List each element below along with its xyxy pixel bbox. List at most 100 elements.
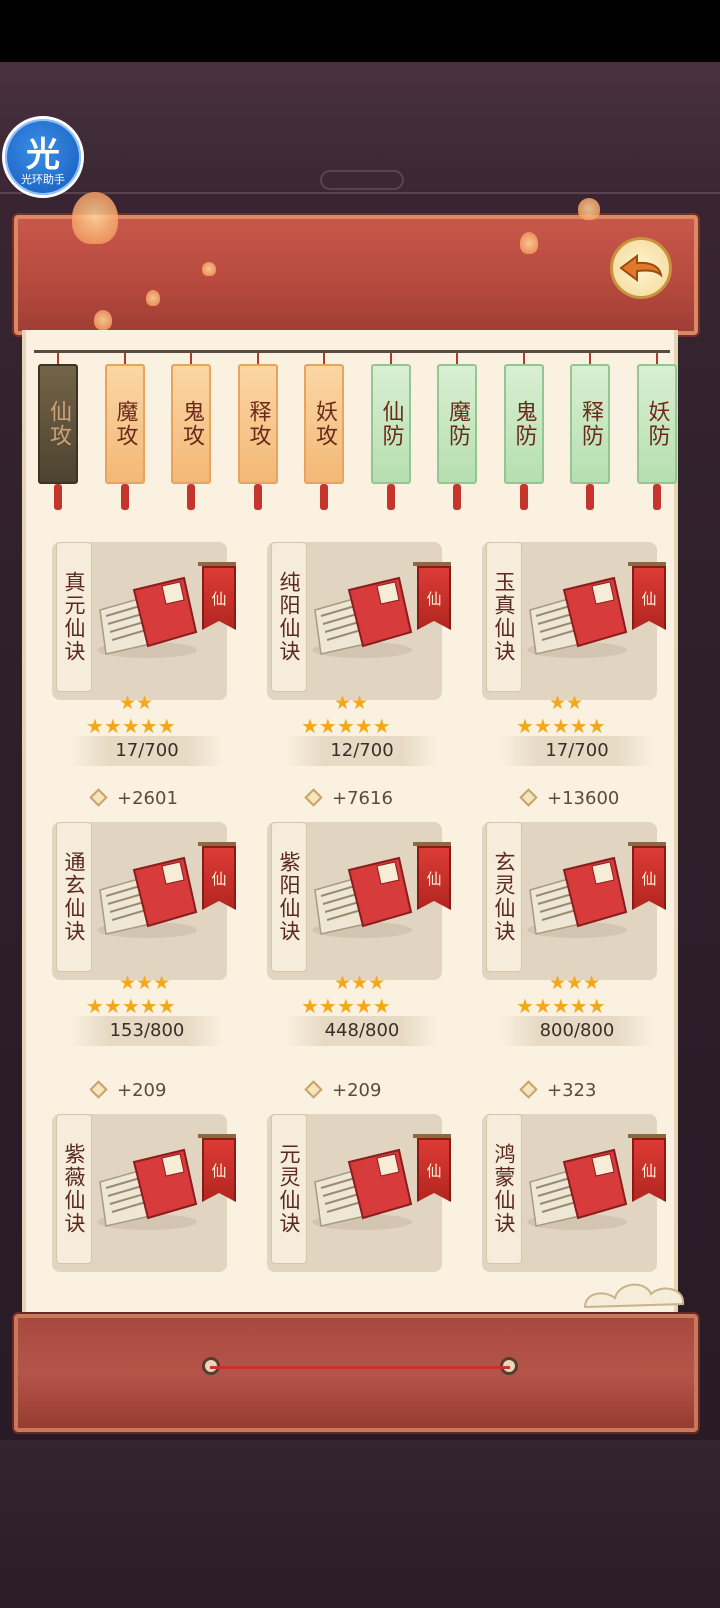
banner-pole bbox=[413, 842, 451, 846]
bonus-text: +2601 bbox=[117, 788, 178, 809]
lantern-icon bbox=[578, 198, 600, 220]
bonus-text: +323 bbox=[547, 1080, 597, 1101]
type-banner: 仙 bbox=[202, 846, 236, 910]
gem-icon bbox=[519, 1080, 538, 1099]
banner-pole bbox=[628, 842, 666, 846]
tab-defense-9[interactable]: 妖防 bbox=[636, 364, 677, 484]
bonus-text: +209 bbox=[332, 1080, 382, 1101]
assistant-label: 光环助手 bbox=[21, 173, 65, 186]
tab-rail bbox=[34, 350, 670, 353]
skill-card[interactable]: +2601 仙通玄仙诀 ★★★ ★★★★★ 153/800 bbox=[52, 788, 252, 1062]
book-icon bbox=[92, 850, 202, 944]
book-icon bbox=[307, 1142, 417, 1236]
type-banner: 仙 bbox=[202, 1138, 236, 1202]
tab-attack-3[interactable]: 释攻 bbox=[237, 364, 278, 484]
tassel-icon bbox=[54, 484, 62, 510]
skill-card[interactable]: 仙玉真仙诀 ★★ ★★★★★ 17/700 bbox=[482, 542, 682, 782]
skill-name: 真元仙诀 bbox=[56, 542, 92, 692]
banner-pole bbox=[628, 1134, 666, 1138]
skill-name: 玄灵仙诀 bbox=[486, 822, 522, 972]
tab-attack-1[interactable]: 魔攻 bbox=[104, 364, 145, 484]
skill-name: 纯阳仙诀 bbox=[271, 542, 307, 692]
scroll-bottom-rod bbox=[12, 1312, 700, 1434]
assistant-float-button[interactable]: 光 光环助手 bbox=[2, 116, 84, 198]
level-stars: ★★★★★ bbox=[516, 994, 606, 1018]
tassel-icon bbox=[453, 484, 461, 510]
type-banner: 仙 bbox=[202, 566, 236, 630]
skill-card[interactable]: 仙纯阳仙诀 ★★ ★★★★★ 12/700 bbox=[267, 542, 467, 782]
progress-count: 448/800 bbox=[285, 1016, 439, 1046]
skill-card[interactable]: +209 仙 紫薇仙诀 bbox=[52, 1080, 252, 1280]
skill-card[interactable]: +323 仙 鸿蒙仙诀 bbox=[482, 1080, 682, 1280]
banner-pole bbox=[198, 842, 236, 846]
bonus-value: +323 bbox=[519, 1080, 597, 1101]
red-rope bbox=[210, 1366, 510, 1369]
banner-pole bbox=[413, 562, 451, 566]
card-clip: 仙玄灵仙诀 ★★★ ★★★★★ 800/800 bbox=[482, 822, 682, 1062]
lantern-icon bbox=[520, 232, 538, 254]
card-clip: 仙 鸿蒙仙诀 bbox=[482, 1114, 682, 1280]
skill-name: 紫阳仙诀 bbox=[271, 822, 307, 972]
bonus-text: +13600 bbox=[547, 788, 620, 809]
gem-icon bbox=[89, 788, 108, 807]
tab-attack-2[interactable]: 鬼攻 bbox=[171, 364, 211, 484]
tab-attack-0[interactable]: 仙攻 bbox=[38, 364, 78, 484]
card-clip: 仙紫阳仙诀 ★★★ ★★★★★ 448/800 bbox=[267, 822, 467, 1062]
type-banner: 仙 bbox=[417, 846, 451, 910]
bonus-text: +209 bbox=[117, 1080, 167, 1101]
rank-stars: ★★ bbox=[549, 692, 584, 714]
tassel-icon bbox=[120, 484, 129, 510]
tassel-icon bbox=[253, 484, 262, 510]
back-button[interactable] bbox=[610, 237, 672, 299]
card-clip: 仙通玄仙诀 ★★★ ★★★★★ 153/800 bbox=[52, 822, 252, 1062]
bottom-band bbox=[0, 1440, 720, 1608]
card-clip: 仙 紫薇仙诀 bbox=[52, 1114, 252, 1280]
book-icon bbox=[307, 570, 417, 664]
book-icon bbox=[522, 570, 632, 664]
banner-pole bbox=[413, 1134, 451, 1138]
lantern-icon bbox=[202, 262, 216, 276]
progress-count: 17/700 bbox=[70, 736, 224, 766]
tassel-icon bbox=[586, 484, 594, 510]
level-stars: ★★★★★ bbox=[86, 994, 176, 1018]
type-banner: 仙 bbox=[632, 566, 666, 630]
rank-stars: ★★ bbox=[334, 692, 369, 714]
progress-count: 153/800 bbox=[70, 1016, 224, 1046]
tab-defense-7[interactable]: 鬼防 bbox=[503, 364, 544, 484]
gem-icon bbox=[304, 1080, 323, 1099]
progress-count: 12/700 bbox=[285, 736, 439, 766]
bonus-value: +209 bbox=[304, 1080, 382, 1101]
rank-stars: ★★★ bbox=[549, 972, 601, 994]
book-icon bbox=[307, 850, 417, 944]
book-icon bbox=[522, 1142, 632, 1236]
bonus-value: +7616 bbox=[304, 788, 393, 809]
back-arrow-icon bbox=[619, 254, 663, 282]
tab-defense-8[interactable]: 释防 bbox=[570, 364, 610, 484]
banner-pole bbox=[198, 1134, 236, 1138]
tassel-icon bbox=[519, 484, 528, 510]
gem-icon bbox=[304, 788, 323, 807]
card-clip: 仙真元仙诀 ★★ ★★★★★ 17/700 bbox=[52, 542, 252, 782]
tab-defense-6[interactable]: 魔防 bbox=[437, 364, 477, 484]
skill-name: 紫薇仙诀 bbox=[56, 1114, 92, 1264]
tassel-icon bbox=[386, 484, 395, 510]
level-stars: ★★★★★ bbox=[301, 994, 391, 1018]
book-icon bbox=[92, 570, 202, 664]
type-banner: 仙 bbox=[417, 566, 451, 630]
level-stars: ★★★★★ bbox=[86, 714, 176, 738]
card-clip: 仙玉真仙诀 ★★ ★★★★★ 17/700 bbox=[482, 542, 682, 782]
progress-count: 17/700 bbox=[500, 736, 654, 766]
cloud-decoration bbox=[583, 1283, 685, 1309]
skill-card[interactable]: +209 仙 元灵仙诀 bbox=[267, 1080, 467, 1280]
level-stars: ★★★★★ bbox=[301, 714, 391, 738]
assistant-icon: 光 bbox=[26, 135, 60, 175]
skill-card[interactable]: 仙真元仙诀 ★★ ★★★★★ 17/700 bbox=[52, 542, 252, 782]
type-banner: 仙 bbox=[417, 1138, 451, 1202]
skill-card[interactable]: +7616 仙紫阳仙诀 ★★★ ★★★★★ 448/800 bbox=[267, 788, 467, 1062]
skill-card[interactable]: +13600 仙玄灵仙诀 ★★★ ★★★★★ 800/800 bbox=[482, 788, 682, 1062]
tab-attack-4[interactable]: 妖攻 bbox=[304, 364, 344, 484]
skill-name: 元灵仙诀 bbox=[271, 1114, 307, 1264]
lantern-icon bbox=[72, 192, 118, 244]
tab-defense-5[interactable]: 仙防 bbox=[370, 364, 411, 484]
type-banner: 仙 bbox=[632, 846, 666, 910]
